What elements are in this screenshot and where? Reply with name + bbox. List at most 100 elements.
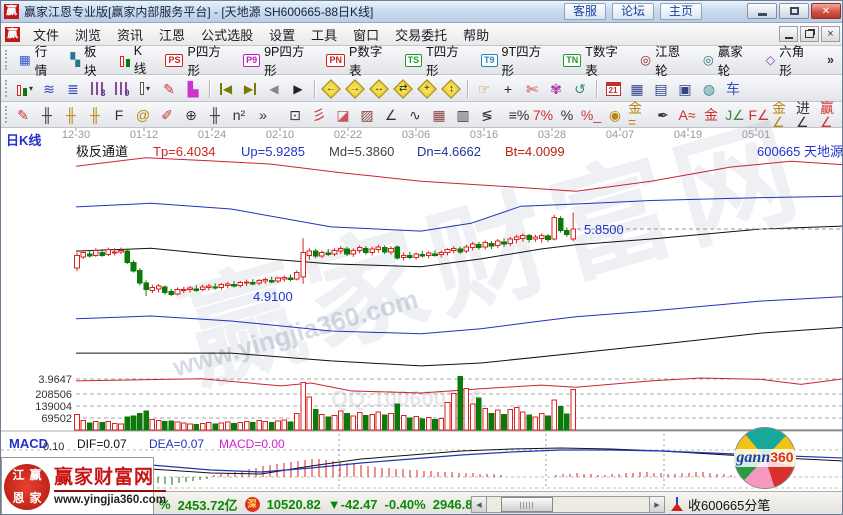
scroll-left-arrow[interactable]: ◀ xyxy=(471,496,487,513)
percent-button[interactable]: % xyxy=(556,105,578,125)
lines-tool-button[interactable]: ≶ xyxy=(476,105,498,125)
notes-button[interactable]: ▤ xyxy=(650,79,672,99)
diamond-arrow-icon: → xyxy=(345,79,365,99)
p-number-table-button[interactable]: PNP数字表 xyxy=(320,39,398,81)
expand-vertical-button[interactable]: ↕ xyxy=(440,79,462,99)
kline-style-button[interactable]: ▾ xyxy=(14,79,36,99)
p-square-button[interactable]: PSP四方形 xyxy=(159,39,237,81)
hexagon-button[interactable]: ◇六角形 xyxy=(760,39,821,81)
percent-line-button[interactable]: %_ xyxy=(580,105,602,125)
next-page-button[interactable]: ▶ xyxy=(287,79,309,99)
crosshair-button[interactable]: + xyxy=(497,79,519,99)
homepage-button[interactable]: 主页 xyxy=(660,3,702,20)
j-angle-button[interactable]: J∠ xyxy=(724,105,746,125)
diamond-arrow-icon: + xyxy=(417,79,437,99)
gann-wheel-button[interactable]: ◎江恩轮 xyxy=(634,39,697,81)
scroll-track[interactable] xyxy=(487,496,649,513)
minimize-button[interactable] xyxy=(747,3,777,19)
gold-angle-button[interactable]: 金∠ xyxy=(772,105,794,125)
t-number-table-button-icon: TN xyxy=(563,54,581,67)
kline-chart-canvas[interactable]: 5.85004.91003.96472085061390046950212-30… xyxy=(1,128,843,491)
marker-button[interactable]: ✐ xyxy=(156,105,178,125)
ruler-button[interactable]: ╫ xyxy=(36,105,58,125)
toolbar1-overflow-button[interactable]: » xyxy=(821,51,840,69)
flag-pen-button[interactable]: ✒ xyxy=(652,105,674,125)
wave-tool-button[interactable]: ∿ xyxy=(404,105,426,125)
horizontal-scrollbar[interactable]: ◀ ▶ xyxy=(471,496,665,513)
win-angle-button[interactable]: 赢∠ xyxy=(820,105,842,125)
gann-fan-button[interactable]: 彡 xyxy=(308,105,330,125)
t-square-button[interactable]: TST四方形 xyxy=(399,39,475,81)
toolbar-grip[interactable] xyxy=(5,80,9,98)
more-tools-button[interactable]: » xyxy=(252,105,274,125)
annotate-button[interactable]: ✎ xyxy=(158,79,180,99)
customer-service-button[interactable]: 客服 xyxy=(564,3,606,20)
compress-horizontal-button[interactable]: ⇄ xyxy=(392,79,414,99)
strike-percent-button[interactable]: 7% xyxy=(532,105,554,125)
gold-lines-button[interactable]: 金= xyxy=(628,105,650,125)
calculator-button[interactable]: ▦ xyxy=(626,79,648,99)
winner-wheel-button[interactable]: ◎赢家轮 xyxy=(697,39,760,81)
ruler2-button-icon: ╫ xyxy=(210,108,220,122)
app-logo-icon: 赢 xyxy=(4,4,19,19)
web-button[interactable]: ◍ xyxy=(698,79,720,99)
t9-square-button[interactable]: T99T四方形 xyxy=(475,39,557,81)
toolbar-grip[interactable] xyxy=(5,50,9,70)
trade-truck-button[interactable]: 车 xyxy=(722,79,744,99)
gold-red-button[interactable]: 金 xyxy=(700,105,722,125)
draw-pen-button[interactable]: ✎ xyxy=(12,105,34,125)
first-page-button[interactable]: ◀ xyxy=(215,79,237,99)
bars-3-button[interactable]: 3 xyxy=(86,79,108,99)
expand-horizontal-button[interactable]: ↔ xyxy=(368,79,390,99)
box-tool-button[interactable]: ⊡ xyxy=(284,105,306,125)
bars-9-button[interactable]: 9 xyxy=(110,79,132,99)
spiral-button[interactable]: @ xyxy=(132,105,154,125)
gold-ruler2-button[interactable]: ╫ xyxy=(84,105,106,125)
sectors-button[interactable]: ▚板块 xyxy=(64,39,113,81)
kline-button[interactable]: K线 xyxy=(114,42,160,79)
color-chart-button[interactable]: ▙ xyxy=(182,79,204,99)
cut-button[interactable]: ✄ xyxy=(521,79,543,99)
narrow-candle-button[interactable]: ▾ xyxy=(134,79,156,99)
save-button[interactable]: ▣ xyxy=(674,79,696,99)
pan-hand-button[interactable]: ☞ xyxy=(473,79,495,99)
gold-circle-button[interactable]: ◉ xyxy=(604,105,626,125)
overview-chart-button-icon: ≋ xyxy=(43,82,55,96)
prev-page-button[interactable]: ◀ xyxy=(263,79,285,99)
hatch-box-button[interactable]: ▨ xyxy=(356,105,378,125)
toolbar-grip[interactable] xyxy=(5,106,7,124)
forum-button[interactable]: 论坛 xyxy=(612,3,654,20)
jin-angle-button[interactable]: 进∠ xyxy=(796,105,818,125)
p9-square-button[interactable]: P99P四方形 xyxy=(237,39,320,81)
scroll-right-arrow[interactable]: ▶ xyxy=(649,496,665,513)
close-button[interactable]: ✕ xyxy=(811,3,841,19)
shift-right-button[interactable]: → xyxy=(344,79,366,99)
ruler2-button[interactable]: ╫ xyxy=(204,105,226,125)
svg-text:5.8500: 5.8500 xyxy=(584,222,624,237)
refresh-button[interactable]: ↺ xyxy=(569,79,591,99)
a-wave-button[interactable]: A≈ xyxy=(676,105,698,125)
t-number-table-button[interactable]: TNT数字表 xyxy=(557,39,634,81)
info-list-button[interactable]: ≣ xyxy=(62,79,84,99)
f-angle-button[interactable]: F∠ xyxy=(748,105,770,125)
last-page-button[interactable]: ▶ xyxy=(239,79,261,99)
quotes-button[interactable]: ▦行情 xyxy=(13,39,64,81)
fan-box-button[interactable]: ◪ xyxy=(332,105,354,125)
calendar-button[interactable]: 21 xyxy=(602,79,624,99)
grid-tool-button[interactable]: ▦ xyxy=(428,105,450,125)
list-percent-button[interactable]: ≡% xyxy=(508,105,530,125)
n-square-button[interactable]: n² xyxy=(228,105,250,125)
f-ruler-button[interactable]: F xyxy=(108,105,130,125)
flip-button[interactable]: ✾ xyxy=(545,79,567,99)
compass-button[interactable]: ⊕ xyxy=(180,105,202,125)
angle-tool-button[interactable]: ∠ xyxy=(380,105,402,125)
gold-ruler-button[interactable]: ╫ xyxy=(60,105,82,125)
shift-left-button[interactable]: ← xyxy=(320,79,342,99)
chart-panel[interactable]: 赢家财富网 www.yingjia360.com QQ:100600366 5.… xyxy=(1,128,843,491)
overview-chart-button[interactable]: ≋ xyxy=(38,79,60,99)
mdi-close-button[interactable]: × xyxy=(821,26,840,42)
scroll-thumb[interactable] xyxy=(501,497,553,512)
maximize-button[interactable] xyxy=(779,3,809,19)
full-view-button[interactable]: + xyxy=(416,79,438,99)
grid-tool2-button[interactable]: ▥ xyxy=(452,105,474,125)
